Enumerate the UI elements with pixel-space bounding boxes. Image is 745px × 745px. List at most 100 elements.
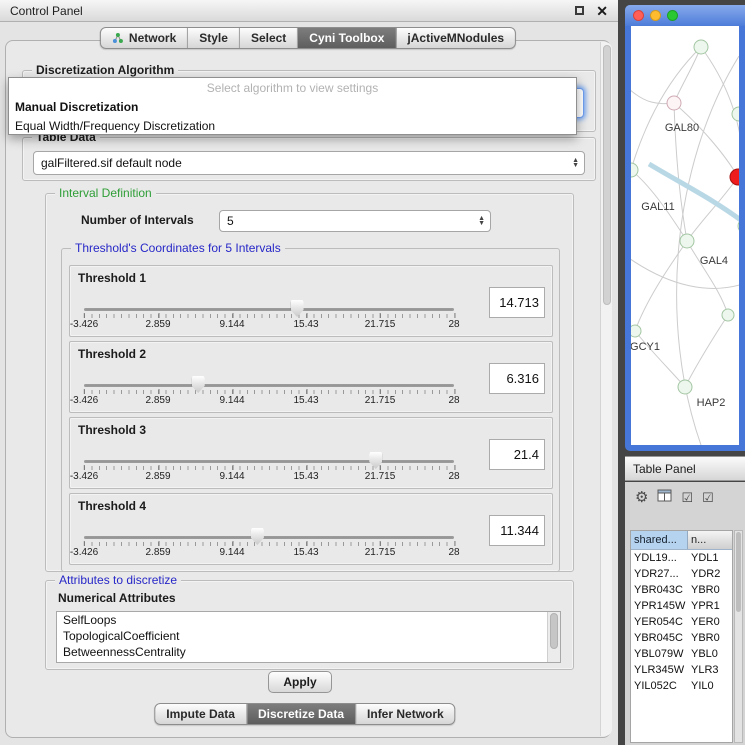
numerical-attributes-list[interactable]: SelfLoops TopologicalCoefficient Between… (56, 611, 561, 663)
threshold-2-label: Threshold 2 (78, 347, 146, 361)
tick-label: 2.859 (145, 547, 170, 558)
tab-network-label: Network (129, 31, 176, 45)
table-data-combobox[interactable]: galFiltered.sif default node ▲▼ (33, 151, 585, 175)
network-node[interactable] (694, 40, 708, 54)
float-window-icon[interactable] (575, 6, 584, 15)
close-traffic-light-icon[interactable] (633, 10, 644, 21)
select-column-checkbox-icon[interactable]: ☑ (702, 491, 714, 504)
cell-name: YIL0 (688, 680, 732, 692)
network-node[interactable] (667, 96, 681, 110)
combo-arrows-icon: ▲▼ (478, 216, 485, 226)
table-row[interactable]: YDL19... YDL1 (631, 550, 732, 566)
attributes-list-scrollbar[interactable] (547, 612, 560, 662)
attributes-scrollbar-thumb[interactable] (550, 613, 558, 649)
network-window-titlebar (625, 5, 745, 26)
cell-name: YBL0 (688, 648, 732, 660)
cell-shared-name: YIL052C (631, 680, 688, 692)
interval-definition-title: Interval Definition (55, 186, 156, 200)
network-canvas[interactable]: GAL80 GAL11 GAL4 GCY1 HAP2 (631, 26, 739, 445)
close-icon[interactable]: ✕ (596, 4, 608, 18)
cell-name: YER0 (688, 616, 732, 628)
minimize-traffic-light-icon[interactable] (650, 10, 661, 21)
attributes-group-title: Attributes to discretize (55, 573, 181, 587)
table-scrollbar[interactable] (734, 530, 743, 743)
tick-label: -3.426 (70, 471, 98, 482)
threshold-1-value-field[interactable] (489, 287, 545, 318)
tab-cyni-toolbox[interactable]: Cyni Toolbox (297, 28, 395, 48)
list-item-topologicalcoefficient[interactable]: TopologicalCoefficient (57, 628, 560, 644)
node-table[interactable]: shared... n... YDL19... YDL1 YDR27... YD… (630, 530, 733, 743)
threshold-2-value-field[interactable] (489, 363, 545, 394)
columns-icon-glyph (657, 489, 672, 502)
tab-jactivemnodules[interactable]: jActiveMNodules (395, 28, 515, 48)
network-node[interactable] (631, 325, 641, 337)
tick-label: 21.715 (365, 547, 396, 558)
table-row[interactable]: YIL052C YIL0 (631, 678, 732, 694)
dropdown-option-manual-discretization[interactable]: Manual Discretization (9, 97, 576, 116)
table-panel-body: ⚙ ☑ ☑ shared... n... YDL19... YDL1 YDR27… (625, 482, 745, 745)
threshold-3-value-field[interactable] (489, 439, 545, 470)
table-row[interactable]: YDR27... YDR2 (631, 566, 732, 582)
column-header-name[interactable]: n... (688, 531, 732, 549)
tab-infer-network[interactable]: Infer Network (355, 704, 455, 724)
table-row[interactable]: YBR043C YBR0 (631, 582, 732, 598)
threshold-1-panel: Threshold 1 -3.426 2.859 9.144 15.43 21.… (69, 265, 553, 337)
network-node[interactable] (722, 309, 734, 321)
select-all-checkbox-icon[interactable]: ☑ (681, 491, 693, 504)
columns-icon[interactable] (657, 489, 672, 505)
highlighted-network-node[interactable] (730, 169, 739, 185)
table-scrollbar-thumb[interactable] (736, 532, 741, 612)
table-row[interactable]: YER054C YER0 (631, 614, 732, 630)
threshold-4-slider[interactable]: -3.426 2.859 9.144 15.43 21.715 28 (84, 532, 454, 560)
thresholds-group: Threshold's Coordinates for 5 Intervals … (61, 248, 560, 572)
slider-track (84, 384, 454, 387)
threshold-4-value-field[interactable] (489, 515, 545, 546)
window-title: Control Panel (10, 4, 83, 18)
panel-scrollbar[interactable] (600, 42, 612, 736)
gear-icon[interactable]: ⚙ (635, 490, 648, 505)
tab-discretize-data[interactable]: Discretize Data (246, 704, 355, 724)
tick-label: 9.144 (219, 395, 244, 406)
network-node[interactable] (678, 380, 692, 394)
table-row[interactable]: YPR145W YPR1 (631, 598, 732, 614)
dropdown-option-equal-width[interactable]: Equal Width/Frequency Discretization (9, 116, 576, 135)
table-panel-header: Table Panel (625, 456, 745, 481)
control-panel-window: Control Panel ✕ Network Style Select Cyn… (0, 0, 618, 745)
tick-label: 15.43 (293, 319, 318, 330)
dropdown-prompt: Select algorithm to view settings (9, 78, 576, 97)
interval-definition-group: Interval Definition Number of Intervals … (45, 193, 574, 572)
list-item-selfloops[interactable]: SelfLoops (57, 612, 560, 628)
table-data-group: Table Data galFiltered.sif default node … (22, 137, 596, 181)
zoom-traffic-light-icon[interactable] (667, 10, 678, 21)
panel-scrollbar-thumb[interactable] (603, 45, 611, 305)
tick-label: 15.43 (293, 395, 318, 406)
table-row[interactable]: YLR345W YLR3 (631, 662, 732, 678)
tab-select[interactable]: Select (239, 28, 297, 48)
column-header-shared-name[interactable]: shared... (631, 531, 688, 549)
number-of-intervals-combobox[interactable]: 5 ▲▼ (219, 210, 491, 232)
threshold-3-slider[interactable]: -3.426 2.859 9.144 15.43 21.715 28 (84, 456, 454, 484)
tab-style[interactable]: Style (187, 28, 239, 48)
tab-select-label: Select (251, 31, 286, 45)
table-row[interactable]: YBL079W YBL0 (631, 646, 732, 662)
table-data-value: galFiltered.sif default node (41, 156, 182, 170)
table-row[interactable]: YBR045C YBR0 (631, 630, 732, 646)
tab-discretize-data-label: Discretize Data (258, 707, 344, 721)
table-panel-title: Table Panel (633, 462, 696, 476)
tick-label: -3.426 (70, 319, 98, 330)
tab-impute-data[interactable]: Impute Data (155, 704, 246, 724)
node-label-gal80: GAL80 (665, 122, 699, 134)
list-item-betweennesscentrality[interactable]: BetweennessCentrality (57, 644, 560, 660)
tab-style-label: Style (199, 31, 228, 45)
threshold-1-slider[interactable]: -3.426 2.859 9.144 15.43 21.715 28 (84, 304, 454, 332)
threshold-2-slider[interactable]: -3.426 2.859 9.144 15.43 21.715 28 (84, 380, 454, 408)
slider-track (84, 536, 454, 539)
cell-name: YDL1 (688, 552, 732, 564)
control-panel-titlebar: Control Panel ✕ (0, 0, 618, 22)
network-node[interactable] (680, 234, 694, 248)
tick-label: 9.144 (219, 471, 244, 482)
node-labels: GAL80 GAL11 GAL4 GCY1 HAP2 (631, 122, 728, 409)
apply-button[interactable]: Apply (268, 671, 332, 693)
tab-network[interactable]: Network (101, 28, 187, 48)
node-label-gal11: GAL11 (641, 201, 674, 213)
